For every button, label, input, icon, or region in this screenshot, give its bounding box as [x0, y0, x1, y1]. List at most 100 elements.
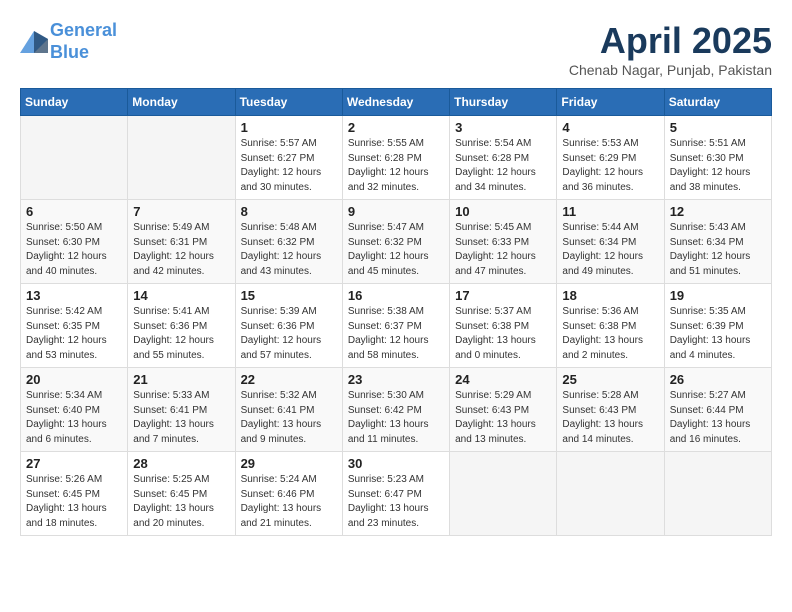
day-number: 29 [241, 456, 337, 471]
day-detail: Sunrise: 5:35 AMSunset: 6:39 PMDaylight:… [670, 305, 766, 363]
calendar-cell: 7 Sunrise: 5:49 AMSunset: 6:31 PMDaylight… [128, 200, 235, 284]
day-number: 23 [348, 372, 444, 387]
calendar-cell: 2 Sunrise: 5:55 AMSunset: 6:28 PMDaylight… [342, 116, 449, 200]
day-number: 13 [26, 288, 122, 303]
calendar-body: 1 Sunrise: 5:57 AMSunset: 6:27 PMDaylight… [21, 116, 772, 536]
calendar-week-4: 20Sunrise: 5:34 AMSunset: 6:40 PMDayligh… [21, 368, 772, 452]
day-detail: Sunrise: 5:33 AMSunset: 6:41 PMDaylight:… [133, 389, 229, 447]
calendar-table: SundayMondayTuesdayWednesdayThursdayFrid… [20, 88, 772, 536]
day-number: 6 [26, 204, 122, 219]
day-number: 22 [241, 372, 337, 387]
page-subtitle: Chenab Nagar, Punjab, Pakistan [569, 62, 772, 78]
logo-icon [20, 31, 48, 53]
day-detail: Sunrise: 5:45 AMSunset: 6:33 PMDaylight:… [455, 221, 551, 279]
day-number: 10 [455, 204, 551, 219]
page-header: General Blue April 2025 Chenab Nagar, Pu… [20, 20, 772, 78]
calendar-cell: 24Sunrise: 5:29 AMSunset: 6:43 PMDayligh… [450, 368, 557, 452]
day-detail: Sunrise: 5:51 AMSunset: 6:30 PMDaylight:… [670, 137, 766, 195]
day-number: 30 [348, 456, 444, 471]
day-detail: Sunrise: 5:34 AMSunset: 6:40 PMDaylight:… [26, 389, 122, 447]
day-number: 21 [133, 372, 229, 387]
calendar-cell [21, 116, 128, 200]
calendar-week-1: 1 Sunrise: 5:57 AMSunset: 6:27 PMDaylight… [21, 116, 772, 200]
calendar-header: SundayMondayTuesdayWednesdayThursdayFrid… [21, 89, 772, 116]
calendar-cell: 28Sunrise: 5:25 AMSunset: 6:45 PMDayligh… [128, 452, 235, 536]
day-detail: Sunrise: 5:42 AMSunset: 6:35 PMDaylight:… [26, 305, 122, 363]
day-number: 3 [455, 120, 551, 135]
calendar-cell: 1 Sunrise: 5:57 AMSunset: 6:27 PMDaylight… [235, 116, 342, 200]
day-detail: Sunrise: 5:26 AMSunset: 6:45 PMDaylight:… [26, 473, 122, 531]
day-detail: Sunrise: 5:44 AMSunset: 6:34 PMDaylight:… [562, 221, 658, 279]
calendar-cell: 25Sunrise: 5:28 AMSunset: 6:43 PMDayligh… [557, 368, 664, 452]
calendar-cell: 22 Sunrise: 5:32 AMSunset: 6:41 PMDayligh… [235, 368, 342, 452]
calendar-cell: 12 Sunrise: 5:43 AMSunset: 6:34 PMDayligh… [664, 200, 771, 284]
day-detail: Sunrise: 5:57 AMSunset: 6:27 PMDaylight:… [241, 137, 337, 195]
calendar-cell: 14Sunrise: 5:41 AMSunset: 6:36 PMDayligh… [128, 284, 235, 368]
calendar-cell: 13 Sunrise: 5:42 AMSunset: 6:35 PMDayligh… [21, 284, 128, 368]
day-detail: Sunrise: 5:54 AMSunset: 6:28 PMDaylight:… [455, 137, 551, 195]
day-number: 15 [241, 288, 337, 303]
day-detail: Sunrise: 5:32 AMSunset: 6:41 PMDaylight:… [241, 389, 337, 447]
calendar-cell [664, 452, 771, 536]
day-detail: Sunrise: 5:41 AMSunset: 6:36 PMDaylight:… [133, 305, 229, 363]
calendar-cell: 3 Sunrise: 5:54 AMSunset: 6:28 PMDaylight… [450, 116, 557, 200]
day-number: 4 [562, 120, 658, 135]
day-detail: Sunrise: 5:24 AMSunset: 6:46 PMDaylight:… [241, 473, 337, 531]
day-number: 26 [670, 372, 766, 387]
calendar-week-3: 13 Sunrise: 5:42 AMSunset: 6:35 PMDayligh… [21, 284, 772, 368]
calendar-cell: 16 Sunrise: 5:38 AMSunset: 6:37 PMDayligh… [342, 284, 449, 368]
calendar-cell: 30Sunrise: 5:23 AMSunset: 6:47 PMDayligh… [342, 452, 449, 536]
day-number: 16 [348, 288, 444, 303]
day-detail: Sunrise: 5:37 AMSunset: 6:38 PMDaylight:… [455, 305, 551, 363]
header-day-monday: Monday [128, 89, 235, 116]
day-detail: Sunrise: 5:27 AMSunset: 6:44 PMDaylight:… [670, 389, 766, 447]
header-day-wednesday: Wednesday [342, 89, 449, 116]
day-detail: Sunrise: 5:55 AMSunset: 6:28 PMDaylight:… [348, 137, 444, 195]
calendar-cell: 23 Sunrise: 5:30 AMSunset: 6:42 PMDayligh… [342, 368, 449, 452]
day-detail: Sunrise: 5:50 AMSunset: 6:30 PMDaylight:… [26, 221, 122, 279]
day-detail: Sunrise: 5:30 AMSunset: 6:42 PMDaylight:… [348, 389, 444, 447]
calendar-cell: 9Sunrise: 5:47 AMSunset: 6:32 PMDaylight… [342, 200, 449, 284]
day-detail: Sunrise: 5:43 AMSunset: 6:34 PMDaylight:… [670, 221, 766, 279]
day-number: 2 [348, 120, 444, 135]
calendar-cell: 17Sunrise: 5:37 AMSunset: 6:38 PMDayligh… [450, 284, 557, 368]
header-day-saturday: Saturday [664, 89, 771, 116]
day-detail: Sunrise: 5:53 AMSunset: 6:29 PMDaylight:… [562, 137, 658, 195]
day-detail: Sunrise: 5:48 AMSunset: 6:32 PMDaylight:… [241, 221, 337, 279]
day-number: 18 [562, 288, 658, 303]
day-number: 7 [133, 204, 229, 219]
header-day-sunday: Sunday [21, 89, 128, 116]
day-detail: Sunrise: 5:39 AMSunset: 6:36 PMDaylight:… [241, 305, 337, 363]
day-detail: Sunrise: 5:49 AMSunset: 6:31 PMDaylight:… [133, 221, 229, 279]
day-number: 1 [241, 120, 337, 135]
calendar-cell [557, 452, 664, 536]
header-day-friday: Friday [557, 89, 664, 116]
calendar-cell: 27 Sunrise: 5:26 AMSunset: 6:45 PMDayligh… [21, 452, 128, 536]
day-number: 24 [455, 372, 551, 387]
day-number: 11 [562, 204, 658, 219]
day-detail: Sunrise: 5:47 AMSunset: 6:32 PMDaylight:… [348, 221, 444, 279]
day-number: 25 [562, 372, 658, 387]
day-number: 19 [670, 288, 766, 303]
calendar-cell: 26 Sunrise: 5:27 AMSunset: 6:44 PMDayligh… [664, 368, 771, 452]
day-detail: Sunrise: 5:36 AMSunset: 6:38 PMDaylight:… [562, 305, 658, 363]
day-detail: Sunrise: 5:38 AMSunset: 6:37 PMDaylight:… [348, 305, 444, 363]
calendar-cell [450, 452, 557, 536]
calendar-cell: 18 Sunrise: 5:36 AMSunset: 6:38 PMDayligh… [557, 284, 664, 368]
logo-text: General Blue [50, 20, 117, 63]
calendar-cell: 10 Sunrise: 5:45 AMSunset: 6:33 PMDayligh… [450, 200, 557, 284]
logo: General Blue [20, 20, 117, 63]
day-detail: Sunrise: 5:25 AMSunset: 6:45 PMDaylight:… [133, 473, 229, 531]
calendar-cell: 11 Sunrise: 5:44 AMSunset: 6:34 PMDayligh… [557, 200, 664, 284]
header-day-tuesday: Tuesday [235, 89, 342, 116]
calendar-cell: 21 Sunrise: 5:33 AMSunset: 6:41 PMDayligh… [128, 368, 235, 452]
day-number: 27 [26, 456, 122, 471]
calendar-cell: 6 Sunrise: 5:50 AMSunset: 6:30 PMDaylight… [21, 200, 128, 284]
calendar-cell: 15 Sunrise: 5:39 AMSunset: 6:36 PMDayligh… [235, 284, 342, 368]
page-title: April 2025 [569, 20, 772, 62]
logo-line1: General [50, 20, 117, 40]
day-number: 12 [670, 204, 766, 219]
calendar-cell [128, 116, 235, 200]
day-number: 5 [670, 120, 766, 135]
calendar-cell: 5 Sunrise: 5:51 AMSunset: 6:30 PMDaylight… [664, 116, 771, 200]
